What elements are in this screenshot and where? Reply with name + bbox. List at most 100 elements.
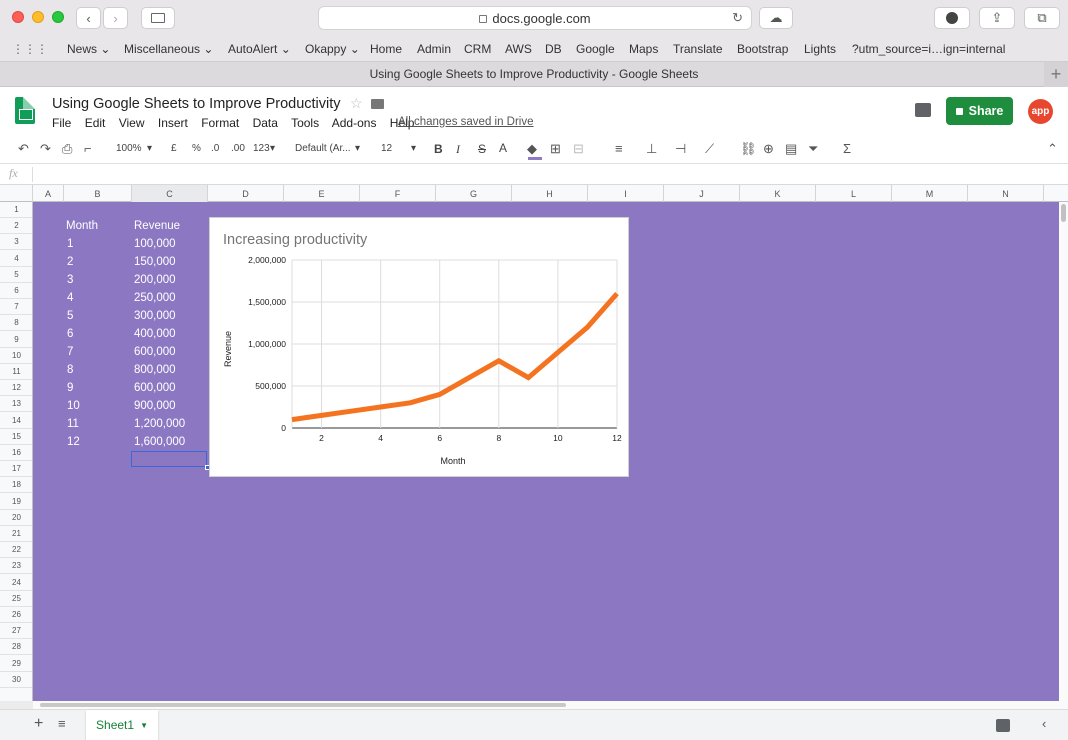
revenue-cell[interactable]: 200,000 xyxy=(134,274,176,286)
bookmark-item[interactable]: Bootstrap xyxy=(737,42,788,56)
column-header[interactable]: M xyxy=(892,185,968,202)
print-icon[interactable]: ⎙ xyxy=(62,141,72,157)
row-header[interactable]: 5 xyxy=(0,267,32,283)
bookmark-item[interactable]: Miscellaneous ⌄ xyxy=(124,42,213,56)
fill-color-icon[interactable]: ◆ xyxy=(527,141,537,157)
link-icon[interactable]: ⛓ xyxy=(740,141,757,157)
row-header[interactable]: 19 xyxy=(0,494,32,510)
chevron-left-icon[interactable]: ‹ xyxy=(1042,716,1046,731)
row-header[interactable]: 11 xyxy=(0,364,32,380)
revenue-cell[interactable]: 300,000 xyxy=(134,310,176,322)
row-header[interactable]: 10 xyxy=(0,348,32,364)
month-cell[interactable]: 9 xyxy=(67,382,73,394)
paint-format-icon[interactable]: ⌐ xyxy=(84,141,92,156)
chevron-down-icon[interactable]: ▼ xyxy=(140,721,148,730)
row-header[interactable]: 7 xyxy=(0,299,32,316)
bookmark-item[interactable]: AWS xyxy=(505,42,532,56)
month-cell[interactable]: 3 xyxy=(67,274,73,286)
save-status[interactable]: All changes saved in Drive xyxy=(398,116,534,128)
month-cell[interactable]: 4 xyxy=(67,292,73,304)
vertical-scroll-thumb[interactable] xyxy=(1061,204,1066,222)
chevron-down-icon[interactable]: ▾ xyxy=(270,143,275,154)
menu-data[interactable]: Data xyxy=(253,116,278,130)
column-header[interactable]: K xyxy=(740,185,816,202)
column-header[interactable]: N xyxy=(968,185,1044,202)
menu-format[interactable]: Format xyxy=(201,116,239,130)
functions-icon[interactable]: Σ xyxy=(843,141,851,156)
add-sheet-button[interactable]: + xyxy=(34,715,43,733)
tabs-overview-button[interactable]: ⧉ xyxy=(1024,7,1060,29)
menu-view[interactable]: View xyxy=(119,116,145,130)
menu-tools[interactable]: Tools xyxy=(291,116,319,130)
star-icon[interactable]: ☆ xyxy=(350,95,363,112)
zoom-select[interactable]: 100% xyxy=(116,143,142,154)
comment-add-icon[interactable]: ⊕ xyxy=(763,141,774,157)
month-cell[interactable]: 11 xyxy=(67,418,79,430)
grid-icon[interactable]: ⋮⋮⋮ xyxy=(12,42,48,56)
row-header[interactable]: 16 xyxy=(0,445,32,461)
reload-icon[interactable]: ↻ xyxy=(732,10,743,26)
menu-edit[interactable]: Edit xyxy=(85,116,106,130)
new-tab-button[interactable]: + xyxy=(1044,62,1068,87)
column-header[interactable]: B xyxy=(64,185,132,202)
revenue-cell[interactable]: 600,000 xyxy=(134,382,176,394)
column-header[interactable]: D xyxy=(208,185,284,202)
header-cell-month[interactable]: Month xyxy=(66,220,98,232)
bookmark-item[interactable]: DB xyxy=(545,42,562,56)
column-header[interactable]: A xyxy=(33,185,64,202)
revenue-cell[interactable]: 900,000 xyxy=(134,400,176,412)
menu-insert[interactable]: Insert xyxy=(158,116,188,130)
row-header[interactable]: 18 xyxy=(0,477,32,494)
bookmark-item[interactable]: Translate xyxy=(673,42,723,56)
merge-cells-icon[interactable]: ⊟ xyxy=(573,141,584,157)
undo-icon[interactable]: ↶ xyxy=(18,141,29,157)
column-header[interactable]: I xyxy=(588,185,664,202)
row-header[interactable]: 28 xyxy=(0,639,32,656)
revenue-cell[interactable]: 400,000 xyxy=(134,328,176,340)
month-cell[interactable]: 8 xyxy=(67,364,73,376)
month-cell[interactable]: 7 xyxy=(67,346,73,358)
row-header[interactable]: 24 xyxy=(0,575,32,591)
row-header[interactable]: 23 xyxy=(0,558,32,575)
row-header[interactable]: 12 xyxy=(0,380,32,397)
revenue-cell[interactable]: 1,200,000 xyxy=(134,418,185,430)
increase-decimals-button[interactable]: .00 xyxy=(231,143,245,154)
bookmark-item[interactable]: Lights xyxy=(804,42,836,56)
bookmark-item[interactable]: News ⌄ xyxy=(67,42,110,56)
row-header[interactable]: 17 xyxy=(0,461,32,478)
sheets-logo-icon[interactable] xyxy=(15,97,35,124)
bookmark-item[interactable]: Admin xyxy=(417,42,451,56)
close-window-button[interactable] xyxy=(12,11,24,23)
row-header[interactable]: 30 xyxy=(0,672,32,688)
row-header[interactable]: 14 xyxy=(0,413,32,429)
text-rotation-icon[interactable]: ⟋ xyxy=(705,141,714,157)
italic-button[interactable]: I xyxy=(456,142,460,157)
icloud-button[interactable]: ☁ xyxy=(759,7,793,29)
row-header[interactable]: 3 xyxy=(0,234,32,251)
redo-icon[interactable]: ↷ xyxy=(40,141,51,157)
select-all-corner[interactable] xyxy=(0,185,33,202)
row-header[interactable]: 8 xyxy=(0,315,32,332)
currency-format-button[interactable]: £ xyxy=(171,143,177,154)
row-header[interactable]: 15 xyxy=(0,429,32,445)
address-bar[interactable]: docs.google.com ↻ xyxy=(318,6,752,30)
decrease-decimals-button[interactable]: .0 xyxy=(211,143,219,154)
filter-icon[interactable]: ⏷ xyxy=(808,141,818,157)
row-header[interactable]: 29 xyxy=(0,656,32,672)
month-cell[interactable]: 10 xyxy=(67,400,80,412)
row-header[interactable]: 27 xyxy=(0,623,32,640)
column-header[interactable]: H xyxy=(512,185,588,202)
all-sheets-icon[interactable]: ≡ xyxy=(58,716,66,731)
revenue-cell[interactable]: 100,000 xyxy=(134,238,176,250)
month-cell[interactable]: 12 xyxy=(67,436,80,448)
month-cell[interactable]: 1 xyxy=(67,238,73,250)
bookmark-item[interactable]: Home xyxy=(370,42,402,56)
tab-title[interactable]: Using Google Sheets to Improve Productiv… xyxy=(0,62,1068,87)
row-header[interactable]: 22 xyxy=(0,542,32,559)
share-page-button[interactable]: ⇪ xyxy=(979,7,1015,29)
vertical-align-icon[interactable]: ⊥ xyxy=(646,141,657,157)
column-header[interactable]: J xyxy=(664,185,740,202)
bookmark-item[interactable]: ?utm_source=i…ign=internal xyxy=(852,42,1005,56)
folder-icon[interactable] xyxy=(371,99,384,109)
revenue-cell[interactable]: 800,000 xyxy=(134,364,176,376)
